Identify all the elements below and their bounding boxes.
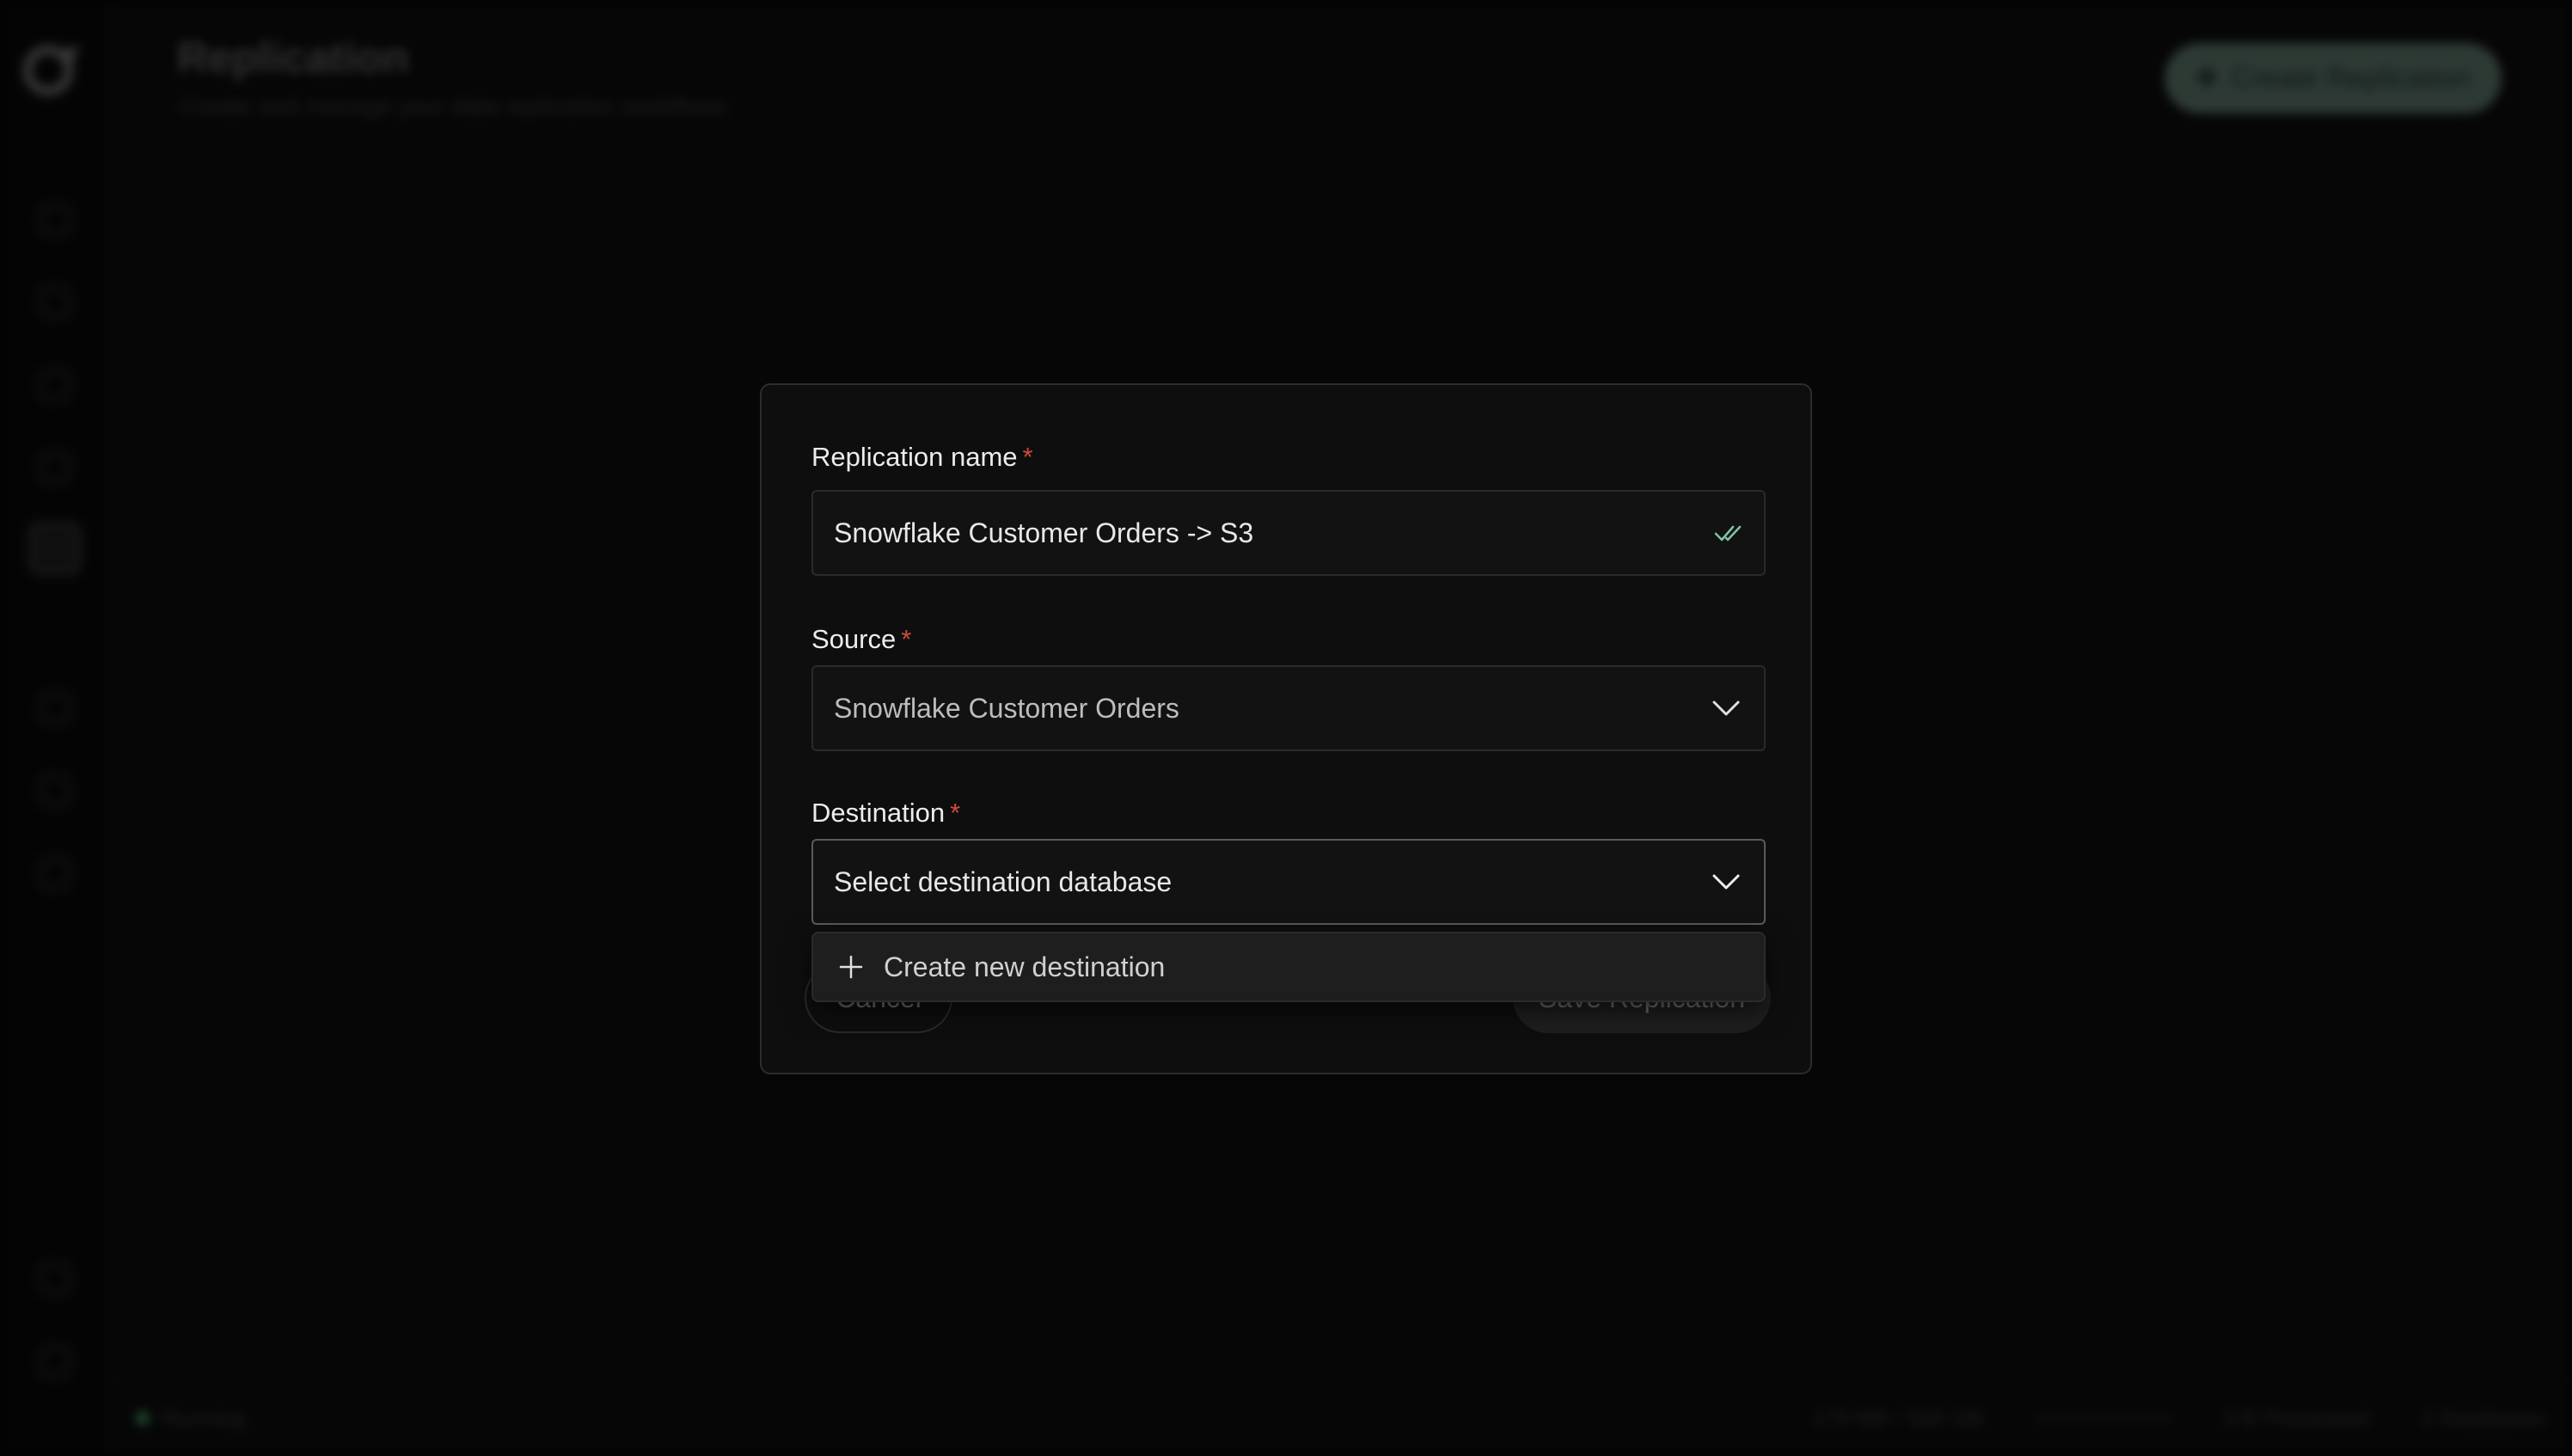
required-asterisk: * (950, 798, 961, 828)
required-asterisk: * (901, 624, 912, 654)
source-value: Snowflake Customer Orders (834, 692, 1179, 724)
create-new-destination-option[interactable]: Create new destination (884, 951, 1165, 983)
plus-icon (839, 955, 863, 979)
destination-label: Destination * (811, 798, 960, 829)
chevron-down-icon (1712, 700, 1740, 716)
chevron-down-icon (1712, 874, 1740, 890)
required-asterisk: * (1022, 442, 1033, 472)
destination-label-text: Destination (811, 798, 946, 828)
destination-dropdown-menu: Create new destination (811, 932, 1766, 1002)
source-select[interactable]: Snowflake Customer Orders (811, 665, 1766, 751)
double-check-icon (1714, 525, 1742, 541)
replication-name-input[interactable]: Snowflake Customer Orders -> S3 (811, 490, 1766, 576)
replication-name-label-text: Replication name (811, 442, 1018, 472)
source-label-text: Source (811, 624, 897, 654)
destination-select[interactable]: Select destination database (811, 839, 1766, 925)
replication-name-label: Replication name * (811, 442, 1033, 473)
source-label: Source * (811, 624, 911, 655)
replication-name-value: Snowflake Customer Orders -> S3 (834, 517, 1254, 548)
destination-placeholder: Select destination database (834, 866, 1173, 897)
create-replication-modal: Replication name * Snowflake Customer Ord… (760, 383, 1812, 1074)
